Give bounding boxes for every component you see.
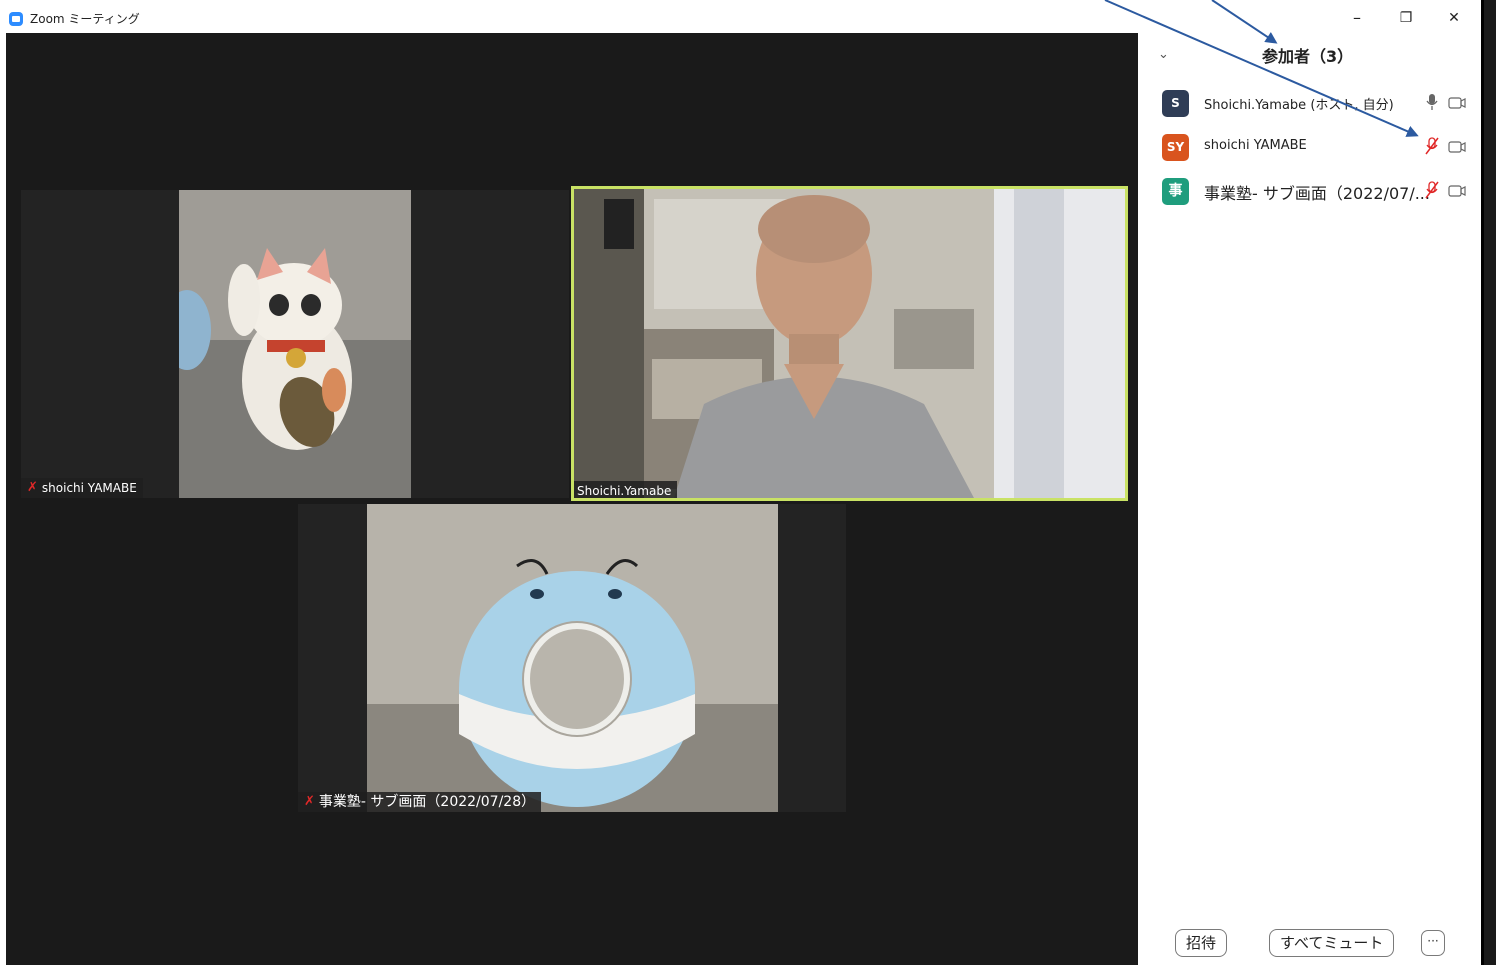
video-tile[interactable]: ✗ 事業塾- サブ画面（2022/07/28） [298, 504, 846, 812]
participants-title: 参加者（3） [1262, 47, 1354, 66]
participants-header: ⌄ 参加者（3） [1138, 43, 1481, 69]
avatar: SY [1162, 134, 1189, 161]
video-tile-active-speaker[interactable]: Shoichi.Yamabe [571, 186, 1128, 501]
mic-muted-icon[interactable] [1424, 181, 1440, 199]
participant-row[interactable]: SY shoichi YAMABE [1162, 132, 1472, 162]
mic-muted-icon: ✗ [304, 794, 315, 809]
video-off-icon[interactable] [1448, 97, 1466, 109]
window-edge [1481, 0, 1496, 965]
video-tile[interactable]: ✗ shoichi YAMABE [21, 190, 569, 498]
invite-button[interactable]: 招待 [1175, 929, 1228, 957]
participant-name: shoichi YAMABE [1204, 138, 1307, 153]
participant-row[interactable]: 事 事業塾- サブ画面（2022/07/... [1162, 176, 1472, 206]
participant-video [179, 190, 411, 498]
mute-all-button[interactable]: すべてミュート [1269, 929, 1395, 957]
chevron-down-icon[interactable]: ⌄ [1158, 47, 1169, 62]
pig-coil-holder-image [367, 504, 778, 812]
mic-icon[interactable] [1424, 93, 1440, 111]
mic-muted-icon[interactable] [1424, 137, 1440, 155]
participant-name-label: ✗ 事業塾- サブ画面（2022/07/28） [298, 792, 542, 812]
avatar: S [1162, 90, 1189, 117]
participant-row[interactable]: S Shoichi.Yamabe (ホスト, 自分) [1162, 88, 1472, 118]
title-bar: Zoom ミーティング – ❐ ✕ [0, 0, 1496, 33]
participant-video [367, 504, 778, 812]
participant-name: 事業塾- サブ画面（2022/07/... [1204, 184, 1430, 203]
participant-name: Shoichi.Yamabe (ホスト, 自分) [1204, 98, 1394, 113]
participant-name-label: ✗ shoichi YAMABE [21, 478, 143, 498]
video-off-icon[interactable] [1448, 141, 1466, 153]
more-options-button[interactable]: ··· [1421, 930, 1445, 956]
video-off-icon[interactable] [1448, 185, 1466, 197]
avatar: 事 [1162, 178, 1189, 205]
lucky-cat-image [179, 190, 411, 498]
minimize-button[interactable]: – [1340, 6, 1374, 30]
window-title: Zoom ミーティング [30, 12, 140, 26]
participants-panel: ⌄ 参加者（3） S Shoichi.Yamabe (ホスト, 自分) SY s… [1138, 33, 1481, 965]
video-gallery: ✗ shoichi YAMABE Shoichi.Yamabe ✗ 事業塾- サ… [6, 33, 1138, 965]
zoom-app-icon [9, 12, 23, 26]
close-button[interactable]: ✕ [1437, 6, 1471, 30]
restore-button[interactable]: ❐ [1389, 6, 1423, 30]
participant-video [574, 189, 1125, 498]
mic-muted-icon: ✗ [27, 480, 38, 495]
participant-name-label: Shoichi.Yamabe [574, 481, 678, 498]
